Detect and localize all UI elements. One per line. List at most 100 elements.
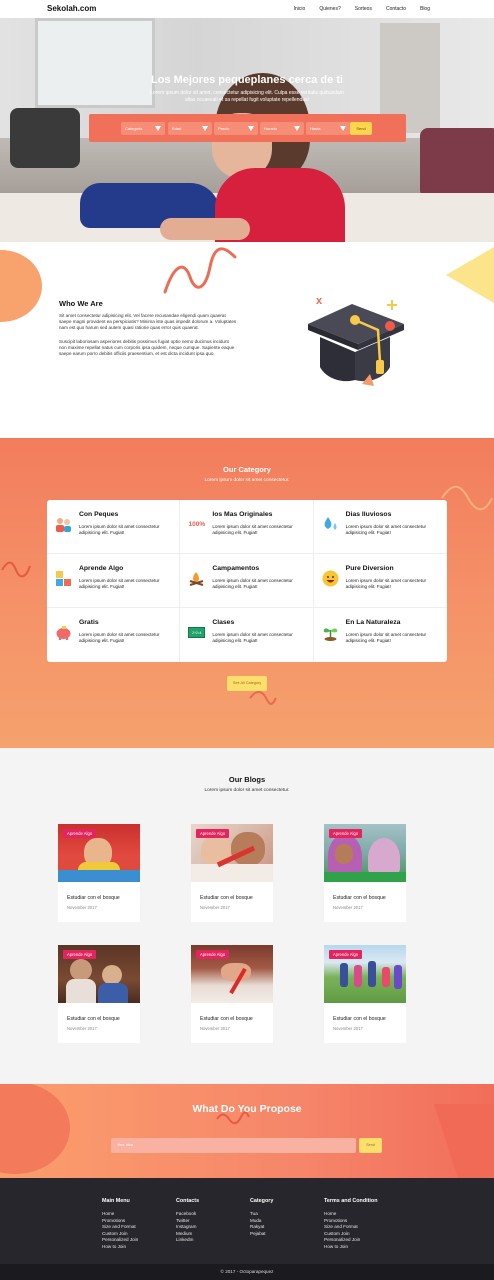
sprout-icon — [322, 624, 339, 641]
nav-item-contacto[interactable]: Contacto — [386, 6, 406, 12]
blog-title[interactable]: Estudiar con el bosque — [200, 895, 253, 901]
footer-link[interactable]: Twitter — [176, 1218, 199, 1225]
category-title: Clases — [212, 619, 235, 626]
footer: Main Menu Home Promotions Size and Forma… — [0, 1178, 494, 1264]
footer-link[interactable]: Size and Format — [102, 1224, 138, 1231]
graduation-cap-illustration: x — [300, 292, 410, 392]
blog-tag[interactable]: Aprende Algo — [63, 950, 97, 959]
nav-item-quienes[interactable]: Quienes? — [319, 6, 340, 12]
blog-tag[interactable]: Aprende Algo — [196, 829, 230, 838]
blog-tag[interactable]: Aprende Algo — [63, 829, 97, 838]
category-card[interactable]: En La Naturaleza Lorem ipsum dolor sit a… — [314, 608, 447, 662]
footer-link[interactable]: Custom Join — [102, 1231, 138, 1238]
footer-link[interactable]: Personalized Join — [102, 1237, 138, 1244]
footer-link[interactable]: Home — [324, 1211, 378, 1218]
blog-card[interactable]: Aprende Algo Estudiar con el bosque Nove… — [324, 945, 406, 1043]
chevron-down-icon — [202, 126, 208, 131]
search-bar: Categoria Edad Precio Horario Hasta Send — [89, 114, 406, 142]
category-card[interactable]: Aprende Algo Lorem ipsum dolor sit amet … — [47, 554, 181, 608]
chevron-down-icon — [248, 126, 254, 131]
category-card[interactable]: Campamentos Lorem ipsum dolor sit amet c… — [180, 554, 314, 608]
who-paragraph-2: Suscipit laboriosam asperiores debitis p… — [59, 339, 235, 357]
footer-link[interactable]: Promotions — [324, 1218, 378, 1225]
blog-date: November 2017 — [200, 1026, 230, 1031]
category-title: Con Peques — [79, 511, 119, 518]
filter-hasta-select[interactable]: Hasta — [306, 122, 350, 135]
see-all-category-button[interactable]: See All Category — [227, 676, 267, 691]
footer-link[interactable]: Medium — [176, 1231, 199, 1238]
decor-squiggle-icon — [1, 561, 31, 578]
hero-subtitle: Lorem ipsum dolor sit amet, consectetur … — [150, 90, 344, 103]
nav-item-inicio[interactable]: Inicio — [294, 6, 306, 12]
abc-blocks-icon — [55, 570, 72, 587]
category-grid: Con Peques Lorem ipsum dolor sit amet co… — [47, 500, 447, 662]
campfire-icon — [188, 570, 205, 587]
footer-column-terms: Terms and Condition Home Promotions Size… — [324, 1198, 378, 1251]
footer-link[interactable]: How to Join — [324, 1244, 378, 1251]
hero-photo-window — [35, 18, 155, 108]
blog-card[interactable]: Aprende Algo Estudiar con el bosque Nove… — [191, 824, 273, 922]
filter-label: Categoria — [125, 126, 143, 131]
brand-logo[interactable]: Sekolah.com — [47, 4, 96, 13]
blog-card[interactable]: Aprende Algo Estudiar con el bosque Nove… — [58, 824, 140, 922]
nav-item-blog[interactable]: Blog — [420, 6, 430, 12]
footer-link[interactable]: Facebook — [176, 1211, 199, 1218]
blog-tag[interactable]: Aprende Algo — [329, 950, 363, 959]
blog-title[interactable]: Estudiar con el bosque — [67, 895, 120, 901]
footer-link[interactable]: Rakyat — [250, 1224, 273, 1231]
propose-input[interactable]: Your Idea — [111, 1138, 356, 1153]
blog-tag[interactable]: Aprende Algo — [329, 829, 363, 838]
propose-send-button[interactable]: Send — [359, 1138, 382, 1153]
graduation-cap-icon: x — [308, 295, 404, 386]
category-desc: Lorem ipsum dolor sit amet consectetur a… — [79, 632, 160, 644]
category-card[interactable]: 2+2=4 Clases Lorem ipsum dolor sit amet … — [180, 608, 314, 662]
nav-item-sorteos[interactable]: Sorteos — [355, 6, 372, 12]
footer-link[interactable]: Promotions — [102, 1218, 138, 1225]
blog-date: November 2017 — [200, 905, 230, 910]
category-desc: Lorem ipsum dolor sit amet consectetur a… — [345, 524, 427, 536]
blog-title[interactable]: Estudiar con el bosque — [67, 1016, 120, 1022]
filter-precio-select[interactable]: Precio — [214, 122, 258, 135]
copyright: © 2017 - Octoparapequez — [0, 1264, 494, 1280]
footer-link[interactable]: Custom Join — [324, 1231, 378, 1238]
footer-link[interactable]: Muda — [250, 1218, 273, 1225]
footer-link[interactable]: Home — [102, 1211, 138, 1218]
blog-card[interactable]: Aprende Algo Estudiar con el bosque Nove… — [58, 945, 140, 1043]
footer-column-category: Category Tua Muda Rakyat Pejabat — [250, 1198, 273, 1237]
decor-squiggle-icon — [163, 247, 237, 294]
footer-link[interactable]: LinkedIn — [176, 1237, 199, 1244]
blog-title[interactable]: Estudiar con el bosque — [200, 1016, 253, 1022]
hundred-percent-icon: 100% — [188, 516, 206, 533]
footer-link[interactable]: Instagram — [176, 1224, 199, 1231]
footer-link[interactable]: Size and Format — [324, 1224, 378, 1231]
filter-label: Horario — [264, 126, 278, 131]
category-card[interactable]: Dias Iluviosos Lorem ipsum dolor sit ame… — [313, 500, 447, 554]
category-card[interactable]: Gratis Lorem ipsum dolor sit amet consec… — [47, 608, 181, 662]
hero-title: Los Mejores pequeplanes cerca de ti — [151, 74, 343, 86]
footer-link[interactable]: Pejabat — [250, 1231, 273, 1238]
search-send-button[interactable]: Send — [350, 122, 372, 135]
footer-link[interactable]: Tua — [250, 1211, 273, 1218]
hero-photo-chair — [10, 108, 80, 168]
category-card[interactable]: Con Peques Lorem ipsum dolor sit amet co… — [47, 500, 181, 554]
blog-title[interactable]: Estudiar con el bosque — [333, 1016, 386, 1022]
decor-shape — [434, 1104, 494, 1178]
footer-link[interactable]: How to Join — [102, 1244, 138, 1251]
footer-heading: Category — [250, 1198, 274, 1204]
footer-link[interactable]: Personalized Join — [324, 1237, 378, 1244]
filter-categoria-select[interactable]: Categoria — [121, 122, 165, 135]
blog-card[interactable]: Aprende Algo Estudiar con el bosque Nove… — [324, 824, 406, 922]
svg-text:x: x — [316, 295, 323, 307]
blog-title[interactable]: Estudiar con el bosque — [333, 895, 386, 901]
who-paragraph-1: Sit amet consectetur adipisicing elit. V… — [59, 313, 237, 331]
chalkboard-icon: 2+2=4 — [188, 624, 206, 641]
blog-tag[interactable]: Aprende Algo — [196, 950, 230, 959]
category-card[interactable]: Pure Diversion Lorem ipsum dolor sit ame… — [313, 554, 447, 608]
blog-card[interactable]: Aprende Algo Estudiar con el bosque Nove… — [191, 945, 273, 1043]
category-card[interactable]: 100% Ios Mas Originales Lorem ipsum dolo… — [180, 500, 314, 554]
filter-edad-select[interactable]: Edad — [168, 122, 212, 135]
category-desc: Lorem ipsum dolor sit amet consectetur a… — [79, 524, 160, 536]
decor-triangle — [446, 247, 494, 303]
filter-horario-select[interactable]: Horario — [260, 122, 304, 135]
category-title: Campamentos — [212, 565, 260, 572]
